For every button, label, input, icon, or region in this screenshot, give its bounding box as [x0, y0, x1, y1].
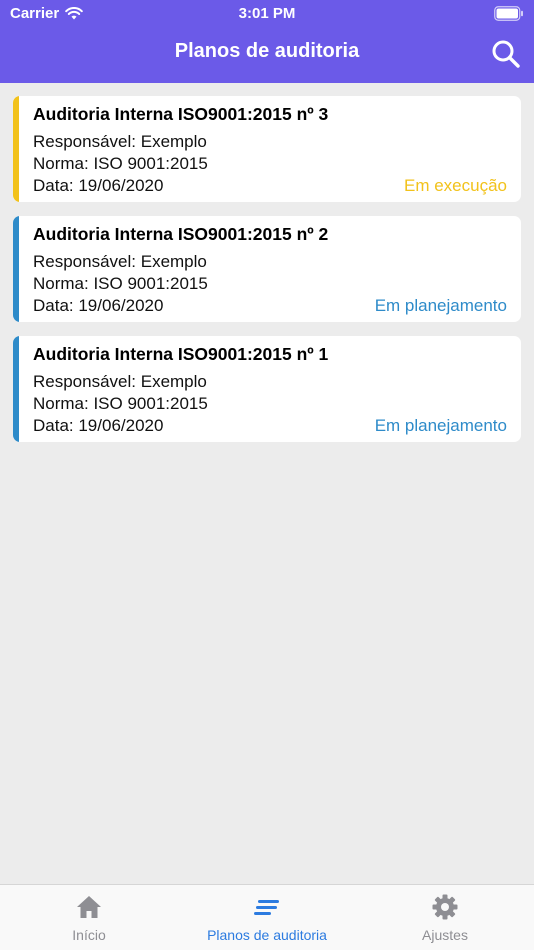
- page-title: Planos de auditoria: [174, 40, 360, 62]
- gear-icon: [431, 893, 459, 921]
- audit-plan-list: Auditoria Interna ISO9001:2015 nº 3 Resp…: [13, 96, 521, 456]
- plan-title: Auditoria Interna ISO9001:2015 nº 1: [33, 344, 329, 364]
- audit-plan-card[interactable]: Auditoria Interna ISO9001:2015 nº 1 Resp…: [13, 336, 521, 442]
- status-accent-bar: [13, 216, 19, 322]
- home-icon: [75, 893, 103, 921]
- tab-inicio[interactable]: Início: [0, 893, 178, 950]
- status-time: 3:01 PM: [238, 5, 296, 22]
- navigation-header: Carrier 3:01 PM Planos de auditoria: [0, 0, 534, 83]
- search-button[interactable]: [490, 38, 522, 70]
- tab-label: Planos de auditoria: [207, 927, 327, 943]
- plan-status: Em planejamento: [374, 296, 507, 315]
- tab-bar: Início Planos de auditoria Ajustes: [0, 884, 534, 950]
- plan-title: Auditoria Interna ISO9001:2015 nº 2: [33, 224, 329, 244]
- plan-responsible: Responsável: Exemplo: [33, 372, 207, 391]
- plan-status: Em execução: [404, 176, 507, 195]
- plan-responsible: Responsável: Exemplo: [33, 252, 207, 271]
- plan-responsible: Responsável: Exemplo: [33, 132, 207, 151]
- status-accent-bar: [13, 96, 19, 202]
- battery-icon: [494, 6, 523, 21]
- plan-date: Data: 19/06/2020: [33, 296, 164, 315]
- plan-date: Data: 19/06/2020: [33, 176, 164, 195]
- plan-norm: Norma: ISO 9001:2015: [33, 394, 208, 413]
- tab-label: Início: [72, 927, 106, 943]
- plan-date: Data: 19/06/2020: [33, 416, 164, 435]
- audit-plan-card[interactable]: Auditoria Interna ISO9001:2015 nº 2 Resp…: [13, 216, 521, 322]
- status-accent-bar: [13, 336, 19, 442]
- tab-label: Ajustes: [422, 927, 468, 943]
- tab-planos-de-auditoria[interactable]: Planos de auditoria: [178, 893, 356, 950]
- plan-title: Auditoria Interna ISO9001:2015 nº 3: [33, 104, 329, 124]
- plan-status: Em planejamento: [374, 416, 507, 435]
- status-bar: Carrier 3:01 PM: [0, 0, 534, 28]
- list-icon: [253, 893, 281, 921]
- plan-norm: Norma: ISO 9001:2015: [33, 274, 208, 293]
- plan-norm: Norma: ISO 9001:2015: [33, 154, 208, 173]
- search-icon: [492, 40, 520, 68]
- tab-ajustes[interactable]: Ajustes: [356, 893, 534, 950]
- audit-plan-card[interactable]: Auditoria Interna ISO9001:2015 nº 3 Resp…: [13, 96, 521, 202]
